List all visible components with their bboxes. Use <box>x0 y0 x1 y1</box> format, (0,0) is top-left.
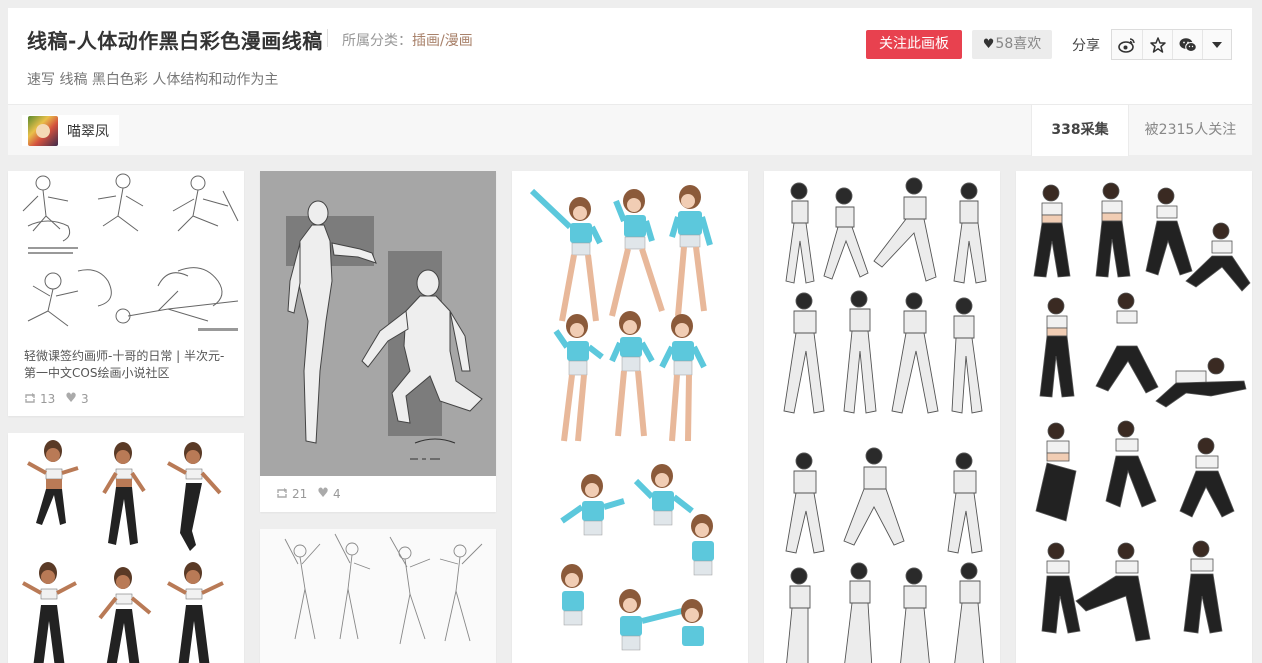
board-description: 速写 线稿 黑白色彩 人体结构和动作为主 <box>27 72 279 88</box>
owner-name[interactable]: 喵翠凤 <box>67 121 109 141</box>
favorite-share-button[interactable] <box>1142 30 1172 59</box>
like-button[interactable]: ♥58喜欢 <box>972 30 1052 59</box>
like-heart-icon: ♥ <box>317 486 329 501</box>
page-title: 线稿-人体动作黑白彩色漫画线稿 <box>27 29 323 53</box>
star-icon <box>1149 36 1166 53</box>
divider <box>327 29 328 47</box>
chevron-down-icon <box>1212 41 1222 48</box>
pin-card[interactable]: 轻微课签约画师-十哥的日常 | 半次元-第一中文COS绘画小说社区 13 ♥ 3 <box>8 171 244 416</box>
pin-card[interactable] <box>764 171 1000 663</box>
repin-icon <box>25 393 35 403</box>
category-label: 所属分类： <box>342 33 412 49</box>
board-stats-bar: 喵翠凤 338采集 被2315人关注 <box>8 104 1252 156</box>
pin-image[interactable] <box>764 171 1000 663</box>
weibo-share-button[interactable] <box>1112 30 1142 59</box>
pin-image[interactable] <box>260 171 496 476</box>
pin-card[interactable]: 21 ♥ 4 <box>260 171 496 512</box>
pin-description: 轻微课签约画师-十哥的日常 | 半次元-第一中文COS绘画小说社区 <box>24 349 225 380</box>
share-buttons <box>1111 29 1232 60</box>
share-label: 分享 <box>1072 38 1100 54</box>
pin-image[interactable] <box>8 171 244 341</box>
pin-stats: 21 ♥ 4 <box>276 486 351 501</box>
pin-artwork <box>764 171 1000 663</box>
pin-image[interactable] <box>1016 171 1252 663</box>
board-info: 线稿-人体动作黑白彩色漫画线稿 所属分类：插画/漫画 速写 线稿 黑白色彩 人体… <box>8 8 1252 104</box>
board-header: 线稿-人体动作黑白彩色漫画线稿 所属分类：插画/漫画 速写 线稿 黑白色彩 人体… <box>8 8 1252 156</box>
category-link[interactable]: 插画/漫画 <box>412 33 473 49</box>
pin-card[interactable] <box>512 171 748 663</box>
like-count: 3 <box>80 391 89 406</box>
wechat-icon <box>1179 37 1197 52</box>
pins-count-tab[interactable]: 338采集 <box>1031 105 1129 156</box>
avatar[interactable] <box>28 115 58 146</box>
pin-artwork <box>512 171 748 663</box>
pin-artwork <box>1016 171 1252 663</box>
pin-artwork <box>8 171 244 341</box>
wechat-share-button[interactable] <box>1172 30 1202 59</box>
repin-count: 13 <box>40 391 56 406</box>
like-count: 58喜欢 <box>995 36 1042 52</box>
pin-image[interactable] <box>512 171 748 663</box>
pin-card[interactable] <box>260 529 496 663</box>
pin-card[interactable] <box>1016 171 1252 663</box>
repin-icon <box>277 488 287 498</box>
follow-board-button[interactable]: 关注此画板 <box>866 30 962 59</box>
pin-artwork <box>8 433 244 663</box>
followers-count-tab[interactable]: 被2315人关注 <box>1129 105 1252 156</box>
heart-icon: ♥ <box>982 37 995 52</box>
repin-count: 21 <box>292 486 308 501</box>
share-more-button[interactable] <box>1202 30 1231 59</box>
pin-image[interactable] <box>260 529 496 663</box>
like-heart-icon: ♥ <box>65 391 77 406</box>
weibo-icon <box>1118 37 1135 53</box>
like-count: 4 <box>332 486 341 501</box>
category-info: 所属分类：插画/漫画 <box>342 30 473 50</box>
pin-artwork <box>260 529 496 663</box>
pin-stats: 13 ♥ 3 <box>24 391 99 406</box>
pin-artwork <box>260 171 496 476</box>
pin-card[interactable] <box>8 433 244 663</box>
pin-image[interactable] <box>8 433 244 663</box>
owner-profile-link[interactable]: 喵翠凤 <box>22 115 119 146</box>
